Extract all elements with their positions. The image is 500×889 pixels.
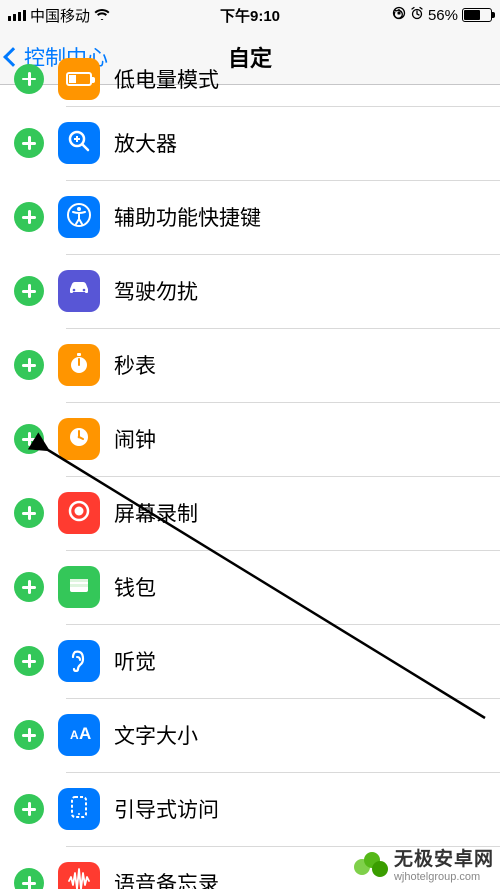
list-row-screen-record: 屏幕录制 xyxy=(0,476,500,550)
list-row-guided-access: 引导式访问 xyxy=(0,772,500,846)
record-icon xyxy=(58,492,100,534)
add-button-dnd-driving[interactable] xyxy=(14,276,44,306)
row-label-hearing: 听觉 xyxy=(114,646,156,676)
plus-icon xyxy=(22,432,36,446)
row-label-stopwatch: 秒表 xyxy=(114,350,156,380)
plus-icon xyxy=(22,728,36,742)
add-button-stopwatch[interactable] xyxy=(14,350,44,380)
guided-icon xyxy=(58,788,100,830)
svg-text:A: A xyxy=(79,724,91,743)
plus-icon xyxy=(22,654,36,668)
list-row-dnd-driving: 驾驶勿扰 xyxy=(0,254,500,328)
row-label-screen-record: 屏幕录制 xyxy=(114,498,198,528)
watermark-text: 无极安卓网 wjhotelgroup.com xyxy=(394,844,494,883)
plus-icon xyxy=(22,802,36,816)
row-label-guided-access: 引导式访问 xyxy=(114,794,219,824)
add-button-text-size[interactable] xyxy=(14,720,44,750)
battery-pct-label: 56% xyxy=(428,7,458,24)
add-button-voice-memos[interactable] xyxy=(14,868,44,889)
add-button-wallet[interactable] xyxy=(14,572,44,602)
plus-icon xyxy=(22,876,36,889)
watermark: 无极安卓网 wjhotelgroup.com xyxy=(354,844,494,883)
row-label-low-power: 低电量模式 xyxy=(114,64,219,94)
battery-icon xyxy=(58,58,100,100)
controls-list: 低电量模式放大器辅助功能快捷键驾驶勿扰秒表闹钟屏幕录制钱包听觉 AA 文字大小引导式… xyxy=(0,51,500,889)
magnify-icon xyxy=(58,122,100,164)
list-row-magnifier: 放大器 xyxy=(0,106,500,180)
ear-icon xyxy=(58,640,100,682)
list-row-wallet: 钱包 xyxy=(0,550,500,624)
plus-icon xyxy=(22,506,36,520)
row-label-wallet: 钱包 xyxy=(114,572,156,602)
alarm-icon xyxy=(410,6,424,24)
voice-icon xyxy=(58,862,100,889)
status-bar: 中国移动 下午9:10 56% xyxy=(0,0,500,30)
watermark-line2: wjhotelgroup.com xyxy=(394,871,494,883)
plus-icon xyxy=(22,284,36,298)
text-icon: AA xyxy=(58,714,100,756)
add-button-accessibility[interactable] xyxy=(14,202,44,232)
access-icon xyxy=(58,196,100,238)
plus-icon xyxy=(22,358,36,372)
watermark-logo xyxy=(354,849,388,879)
wallet-icon xyxy=(58,566,100,608)
watermark-line1: 无极安卓网 xyxy=(394,844,494,871)
plus-icon xyxy=(22,136,36,150)
car-icon xyxy=(58,270,100,312)
list-row-low-power: 低电量模式 xyxy=(0,51,500,106)
add-button-hearing[interactable] xyxy=(14,646,44,676)
clock-icon xyxy=(58,418,100,460)
add-button-magnifier[interactable] xyxy=(14,128,44,158)
plus-icon xyxy=(22,210,36,224)
row-label-voice-memos: 语音备忘录 xyxy=(114,868,219,889)
add-button-low-power[interactable] xyxy=(14,64,44,94)
row-label-alarm: 闹钟 xyxy=(114,424,156,454)
statusbar-right: 56% xyxy=(392,6,492,24)
stopwatch-icon xyxy=(58,344,100,386)
list-row-alarm: 闹钟 xyxy=(0,402,500,476)
list-row-text-size: AA 文字大小 xyxy=(0,698,500,772)
add-button-alarm[interactable] xyxy=(14,424,44,454)
list-row-stopwatch: 秒表 xyxy=(0,328,500,402)
carrier-label: 中国移动 xyxy=(30,5,90,26)
plus-icon xyxy=(22,72,36,86)
wifi-icon xyxy=(94,7,110,24)
statusbar-left: 中国移动 xyxy=(8,5,110,26)
list-row-hearing: 听觉 xyxy=(0,624,500,698)
row-label-accessibility: 辅助功能快捷键 xyxy=(114,202,261,232)
row-label-magnifier: 放大器 xyxy=(114,128,177,158)
signal-icon xyxy=(8,10,26,21)
add-button-guided-access[interactable] xyxy=(14,794,44,824)
row-label-text-size: 文字大小 xyxy=(114,720,198,750)
rotation-lock-icon xyxy=(392,6,406,24)
svg-text:A: A xyxy=(70,728,79,742)
battery-icon xyxy=(462,8,492,22)
add-button-screen-record[interactable] xyxy=(14,498,44,528)
list-row-accessibility: 辅助功能快捷键 xyxy=(0,180,500,254)
plus-icon xyxy=(22,580,36,594)
row-label-dnd-driving: 驾驶勿扰 xyxy=(114,276,198,306)
